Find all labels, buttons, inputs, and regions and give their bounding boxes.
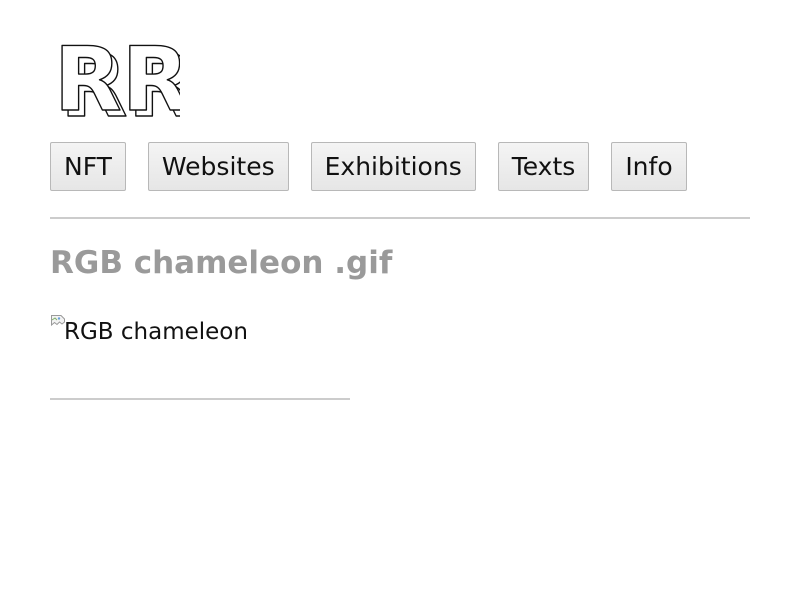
site-logo[interactable]: RR RR xyxy=(50,28,180,124)
header-divider xyxy=(50,217,750,219)
nav-websites-button[interactable]: Websites xyxy=(147,142,289,191)
page-title: RGB chameleon .gif xyxy=(50,245,393,281)
artwork-image: RGB chameleon xyxy=(50,314,248,348)
logo-text: RR xyxy=(54,28,180,124)
content-divider xyxy=(50,398,350,400)
image-alt-text: RGB chameleon xyxy=(64,319,248,345)
nav-exhibitions-button[interactable]: Exhibitions xyxy=(310,142,476,191)
main-nav: NFT Websites Exhibitions Texts Info xyxy=(50,142,687,191)
nav-texts-button[interactable]: Texts xyxy=(497,142,590,191)
nav-nft-button[interactable]: NFT xyxy=(50,142,126,191)
nav-info-button[interactable]: Info xyxy=(611,142,687,191)
